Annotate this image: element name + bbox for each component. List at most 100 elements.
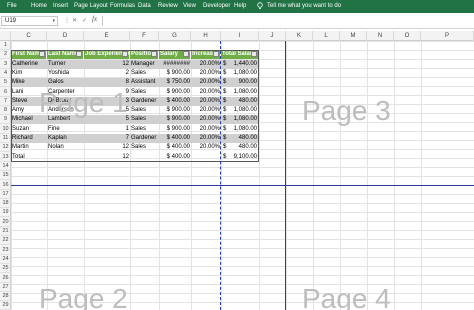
table-cell[interactable]: Turner [47,59,84,69]
row-header-cell[interactable]: 20 [0,218,11,227]
row-header-cell[interactable]: 8 [0,106,11,116]
table-cell[interactable]: Assistant [130,78,159,88]
col-header[interactable]: P [421,31,474,41]
table-cell[interactable]: 20.00% [191,69,221,78]
filter-dropdown-icon[interactable] [76,51,82,58]
col-header[interactable]: O [394,31,421,41]
tab-page-layout[interactable]: Page Layout [74,0,108,13]
col-header[interactable]: K [286,31,313,41]
filter-dropdown-icon[interactable] [151,51,157,58]
row-header-cell[interactable]: 25 [0,264,11,274]
table-cell[interactable]: $1,440.00 [221,59,259,69]
row-header-cell[interactable]: 11 [0,134,11,143]
table-cell[interactable]: $ 400.00 [159,134,191,143]
page-break-vertical[interactable] [220,41,221,310]
col-header[interactable]: F [130,31,159,41]
table-cell[interactable]: Suzan [11,125,47,134]
table-cell[interactable]: 7 [84,134,130,143]
table-header-cell[interactable]: Job Experience [84,50,130,60]
filter-dropdown-icon[interactable] [183,51,189,58]
table-cell[interactable]: $ 400.00 [159,143,191,152]
table-cell[interactable]: $ 900.00 [159,106,191,115]
row-header-cell[interactable]: 16 [0,181,11,190]
tell-me-search[interactable]: Tell me what you want to do [267,0,341,13]
table-cell[interactable]: $1,080.00 [221,115,259,125]
table-cell[interactable]: Gardener [130,96,159,106]
table-cell[interactable]: 20.00% [191,115,221,125]
filter-dropdown-icon[interactable] [39,51,45,58]
table-cell[interactable]: 20.00% [191,59,221,69]
row-header-cell[interactable]: 10 [0,125,11,134]
row-header-cell[interactable]: 22 [0,236,11,246]
table-cell[interactable]: 20.00% [191,143,221,152]
table-cell[interactable]: 2 [84,69,130,78]
filter-dropdown-icon[interactable] [122,51,128,58]
table-cell[interactable]: Sales [130,69,159,78]
page-break-horizontal[interactable] [11,185,474,186]
insert-function-icon[interactable]: fx [92,15,97,23]
table-cell[interactable]: 12 [84,143,130,152]
row-header-cell[interactable]: 28 [0,292,11,302]
table-cell[interactable]: Galos [47,78,84,88]
table-cell[interactable]: Richard [11,134,47,143]
table-cell[interactable]: Sales [130,143,159,152]
row-header-cell[interactable]: 17 [0,190,11,199]
table-cell[interactable]: $480.00 [221,143,259,152]
table-cell[interactable]: Nolan [47,143,84,152]
table-cell[interactable]: Sales [130,125,159,134]
row-header-cell[interactable]: 27 [0,283,11,292]
table-cell[interactable]: Catherine [11,59,47,69]
row-header-cell[interactable]: 24 [0,255,11,264]
row-header-cell[interactable]: 15 [0,171,11,181]
table-cell[interactable]: $1,080.00 [221,125,259,134]
table-cell[interactable]: Mike [11,78,47,88]
chevron-down-icon[interactable]: ▾ [52,17,55,25]
table-header-cell[interactable]: First Name [11,50,47,60]
table-header-cell[interactable]: Increase [191,50,221,60]
tab-review[interactable]: Review [158,0,178,13]
col-header[interactable]: N [367,31,394,41]
tab-help[interactable]: Help [234,0,246,13]
table-cell[interactable] [130,153,159,162]
col-header[interactable]: J [259,31,286,41]
table-cell[interactable]: $ 750.00 [159,78,191,88]
select-all-corner[interactable] [0,31,11,41]
table-cell[interactable]: Martin [11,143,47,152]
table-cell[interactable]: 20.00% [191,78,221,88]
row-header-cell[interactable]: 4 [0,69,11,78]
table-header-cell[interactable]: Position [130,50,159,60]
table-cell[interactable]: $480.00 [221,96,259,106]
table-cell[interactable]: Kaplan [47,134,84,143]
worksheet-grid[interactable]: First Name Last Name Job Experience Positio… [11,41,474,310]
row-header-cell[interactable]: 2 [0,50,11,60]
col-header[interactable]: M [340,31,367,41]
table-cell[interactable]: $1,080.00 [221,88,259,97]
filter-dropdown-icon[interactable] [251,51,257,58]
row-header-cell[interactable]: 6 [0,88,11,97]
tab-insert[interactable]: Insert [53,0,68,13]
row-header-cell[interactable]: 3 [0,60,11,69]
table-cell[interactable]: 8 [84,78,130,88]
col-header[interactable]: H [191,31,221,41]
table-cell[interactable]: Sales [130,88,159,97]
row-header-cell[interactable]: 14 [0,162,11,171]
col-header[interactable]: G [159,31,191,41]
filter-dropdown-icon[interactable] [213,51,219,58]
table-cell[interactable] [47,153,84,162]
table-cell[interactable]: 20.00% [191,134,221,143]
table-cell[interactable]: Sales [130,115,159,125]
table-cell[interactable]: $900.00 [221,78,259,88]
tab-formulas[interactable]: Formulas [110,0,135,13]
table-cell[interactable]: 20.00% [191,88,221,97]
table-cell[interactable]: Kim [11,69,47,78]
row-header-cell[interactable]: 23 [0,246,11,255]
table-cell[interactable]: $ 400.00 [159,153,191,162]
tab-data[interactable]: Data [138,0,151,13]
table-cell[interactable]: $ 900.00 [159,88,191,97]
table-cell[interactable]: 20.00% [191,106,221,115]
table-cell[interactable]: $1,080.00 [221,106,259,115]
table-cell[interactable]: Manager [130,59,159,69]
table-cell[interactable]: 20.00% [191,96,221,106]
col-header[interactable]: C [11,31,47,41]
row-header-cell[interactable]: 1 [0,41,11,50]
